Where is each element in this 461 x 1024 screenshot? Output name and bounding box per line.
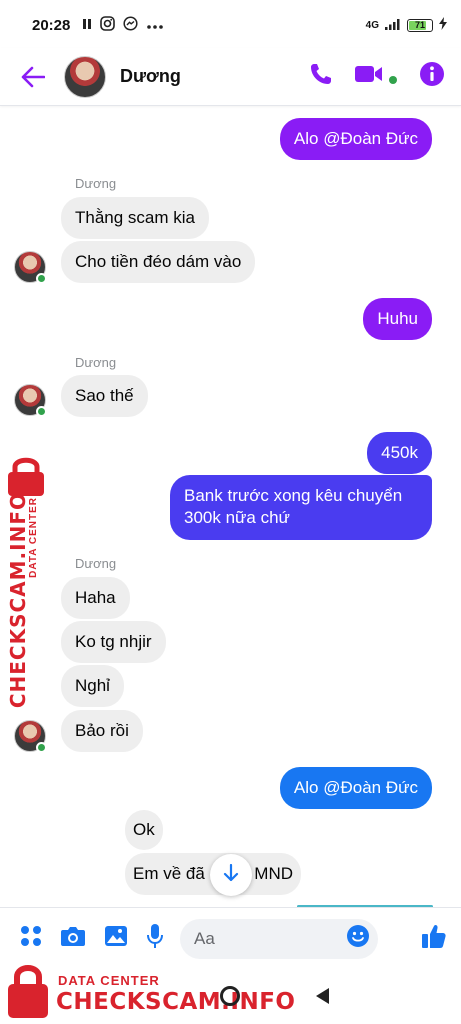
signal-icon <box>385 18 401 33</box>
message-text: Thằng scam kia <box>75 208 195 227</box>
outgoing-message[interactable]: Alo @Đoàn Đức <box>279 767 432 809</box>
message-text-line: Bank trước xong kêu chuyển <box>184 486 403 505</box>
scroll-to-bottom-button[interactable] <box>210 854 252 896</box>
sender-name: Dương <box>75 556 117 571</box>
incoming-message[interactable]: Haha <box>61 577 130 619</box>
watermark-side-small: DATA CENTER <box>28 497 39 578</box>
incoming-message[interactable]: Cho tiền đéo dám vào <box>61 241 256 283</box>
network-type: 4G <box>365 19 379 31</box>
message-text: Bảo rồi <box>75 721 129 740</box>
sender-avatar[interactable] <box>14 251 47 284</box>
incoming-message[interactable]: Ko tg nhjir <box>61 621 166 663</box>
messenger-icon <box>123 15 138 35</box>
message-text: Ko tg nhjir <box>75 632 152 651</box>
back-arrow-icon[interactable] <box>18 62 48 92</box>
message-text: Haha <box>75 588 116 607</box>
quoted-message[interactable]: Ok <box>125 810 163 850</box>
watermark-bottom-big: CHECKSCAM.INFO <box>56 989 296 1015</box>
menu-grid-icon[interactable] <box>20 925 42 952</box>
message-list[interactable]: Alo @Đoàn Đức Dương Thằng scam kia Cho t… <box>0 107 461 907</box>
online-status-dot <box>36 742 47 753</box>
battery-icon: 71 <box>407 18 433 32</box>
message-text: Em về đã <box>133 864 205 883</box>
sender-avatar[interactable] <box>14 384 47 417</box>
outgoing-message[interactable]: Bank trước xong kêu chuyển 300k nữa chứ <box>170 475 432 540</box>
lock-icon <box>6 962 50 1024</box>
status-notification-icons <box>82 15 164 35</box>
image-gallery-icon[interactable] <box>104 925 128 952</box>
message-text: MND <box>254 864 293 883</box>
status-time: 20:28 <box>32 16 71 34</box>
message-text: Ok <box>133 820 155 839</box>
composer-actions <box>20 923 164 954</box>
online-status-dot <box>36 406 47 417</box>
camera-icon[interactable] <box>60 925 86 952</box>
watermark-bottom-small: DATA CENTER <box>58 973 160 988</box>
outgoing-message[interactable]: Alo @Đoàn Đức <box>279 118 432 160</box>
conversation-header: Dương <box>0 48 461 106</box>
more-notifications-icon <box>146 17 164 34</box>
home-button-icon[interactable] <box>220 986 240 1006</box>
emoji-icon[interactable] <box>346 924 370 953</box>
back-triangle-icon[interactable] <box>316 988 329 1004</box>
composer-bar: Aa <box>0 907 461 969</box>
header-actions <box>309 61 445 92</box>
video-call-icon[interactable] <box>355 64 397 89</box>
message-text-line: 300k nữa chứ <box>184 508 290 527</box>
message-text: Nghỉ <box>75 676 110 695</box>
sender-name: Dương <box>75 355 117 370</box>
message-input[interactable]: Aa <box>180 918 378 959</box>
info-icon[interactable] <box>419 61 445 92</box>
instagram-icon <box>100 15 116 35</box>
thumbs-up-icon[interactable] <box>421 923 447 954</box>
message-text: Alo @Đoàn Đức <box>293 129 418 148</box>
message-text: Alo @Đoàn Đức <box>293 778 418 797</box>
incoming-message[interactable]: Nghỉ <box>61 665 124 707</box>
phone-call-icon[interactable] <box>309 62 333 91</box>
incoming-message[interactable]: Bảo rồi <box>61 710 143 752</box>
battery-percent: 71 <box>414 20 425 30</box>
watermark-side-big: CHECKSCAM.INFO <box>6 492 30 709</box>
incoming-message[interactable]: Thằng scam kia <box>61 197 209 239</box>
message-text: Cho tiền đéo dám vào <box>75 252 242 271</box>
sender-avatar[interactable] <box>14 720 47 753</box>
arrow-down-icon <box>223 863 239 887</box>
microphone-icon[interactable] <box>146 923 164 954</box>
online-status-dot <box>389 76 397 84</box>
message-text: Sao thế <box>75 386 134 405</box>
incoming-message[interactable]: Sao thế <box>61 375 148 417</box>
online-status-dot <box>36 273 47 284</box>
charging-icon <box>439 17 447 33</box>
contact-name[interactable]: Dương <box>120 66 181 87</box>
status-system-icons: 4G 71 <box>366 17 447 33</box>
outgoing-message[interactable]: 450k <box>367 432 432 474</box>
contact-avatar[interactable] <box>64 55 106 98</box>
message-text: Huhu <box>377 309 418 328</box>
status-bar: 20:28 4G 71 <box>0 0 461 50</box>
message-text: 450k <box>381 443 418 462</box>
message-input-placeholder: Aa <box>194 928 215 948</box>
pause-icon <box>82 17 92 34</box>
sender-name: Dương <box>75 176 117 191</box>
outgoing-message[interactable]: Huhu <box>363 298 432 340</box>
